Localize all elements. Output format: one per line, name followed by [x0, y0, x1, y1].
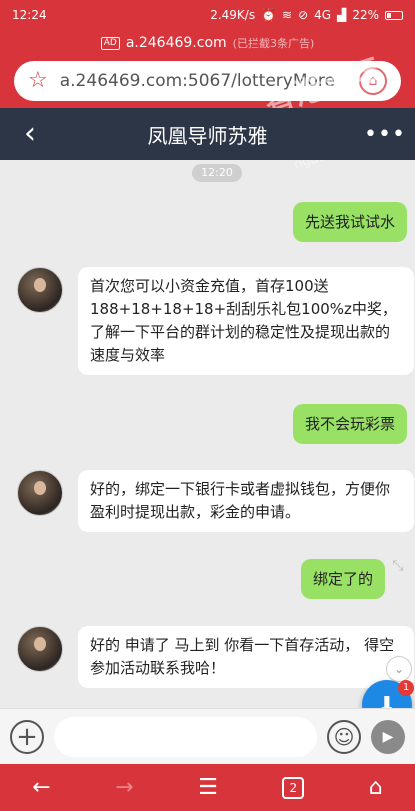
message-list[interactable]: 12:20 先送我试试水 首次您可以小资金充值，首存100送188+18+18+…	[0, 160, 415, 708]
network-type: 4G	[314, 8, 332, 22]
home-nav-icon[interactable]: ⌂	[369, 775, 383, 800]
signal-icon: ▟	[337, 8, 347, 22]
more-icon[interactable]: •••	[355, 122, 415, 147]
wifi-icon: ≋	[282, 8, 293, 22]
message-input[interactable]	[54, 716, 317, 757]
nav-back-icon[interactable]: ←	[32, 775, 50, 800]
message-bubble-incoming: 首次您可以小资金充值，首存100送188+18+18+18+刮刮乐礼包100%z…	[78, 267, 414, 375]
menu-icon[interactable]: ☰	[198, 775, 218, 800]
domain-bar: AD a.246469.com (已拦截3条广告)	[0, 30, 415, 56]
tabs-button[interactable]: 2	[282, 776, 305, 799]
add-attachment-button[interactable]: +	[10, 719, 44, 754]
url-text[interactable]: a.246469.com:5067/lotteryMore	[60, 71, 347, 91]
tab-count: 2	[289, 780, 298, 795]
message-bubble-outgoing: 绑定了的	[300, 559, 385, 599]
notification-badge: 1	[398, 680, 414, 696]
timestamp-badge: 12:20	[192, 164, 242, 182]
no-sim-icon: ⊘	[298, 8, 309, 22]
chevron-down-icon[interactable]: ⌄	[386, 656, 412, 682]
battery-icon	[385, 10, 403, 20]
bookmark-star-icon[interactable]: ☆	[28, 70, 48, 92]
avatar[interactable]	[17, 267, 63, 313]
avatar[interactable]	[17, 626, 63, 672]
address-bar-container: ☆ a.246469.com:5067/lotteryMore ⌂	[0, 56, 415, 108]
message-input-bar: + ☺ ▶	[0, 708, 415, 764]
address-bar[interactable]: ☆ a.246469.com:5067/lotteryMore ⌂	[14, 61, 401, 101]
status-bar: 12:24 2.49K/s ⏰ ≋ ⊘ 4G ▟ 22%	[0, 0, 415, 30]
message-bubble-outgoing: 先送我试试水	[292, 202, 407, 242]
back-arrow-icon[interactable]: ‹	[0, 119, 60, 149]
send-button[interactable]: ▶	[371, 719, 405, 754]
collapse-icon[interactable]: ⤡	[384, 552, 412, 580]
emoji-button[interactable]: ☺	[327, 719, 361, 754]
status-time: 12:24	[12, 8, 47, 22]
nav-forward-icon[interactable]: →	[115, 775, 133, 800]
domain-text: a.246469.com	[125, 35, 227, 51]
message-bubble-incoming: 好的，绑定一下银行卡或者虚拟钱包，方便你盈利时提现出款，彩金的申请。	[78, 470, 414, 532]
home-icon[interactable]: ⌂	[359, 67, 387, 95]
chat-title: 凤凰导师苏雅	[147, 123, 268, 148]
blocked-ads-text: (已拦截3条广告)	[232, 37, 315, 50]
message-bubble-incoming: 好的 申请了 马上到 你看一下首存活动， 得空参加活动联系我哈！	[78, 626, 414, 688]
ad-block-icon: AD	[100, 36, 120, 50]
network-speed: 2.49K/s	[210, 8, 256, 22]
browser-nav-bar: ← → ☰ 2 ⌂	[0, 764, 415, 811]
message-bubble-outgoing: 我不会玩彩票	[292, 404, 407, 444]
status-right: 2.49K/s ⏰ ≋ ⊘ 4G ▟ 22%	[210, 8, 403, 22]
alarm-icon: ⏰	[261, 8, 277, 22]
battery-level: 22%	[352, 8, 379, 22]
chat-header: ‹ 凤凰导师苏雅 •••	[0, 108, 415, 160]
avatar[interactable]	[17, 470, 63, 516]
